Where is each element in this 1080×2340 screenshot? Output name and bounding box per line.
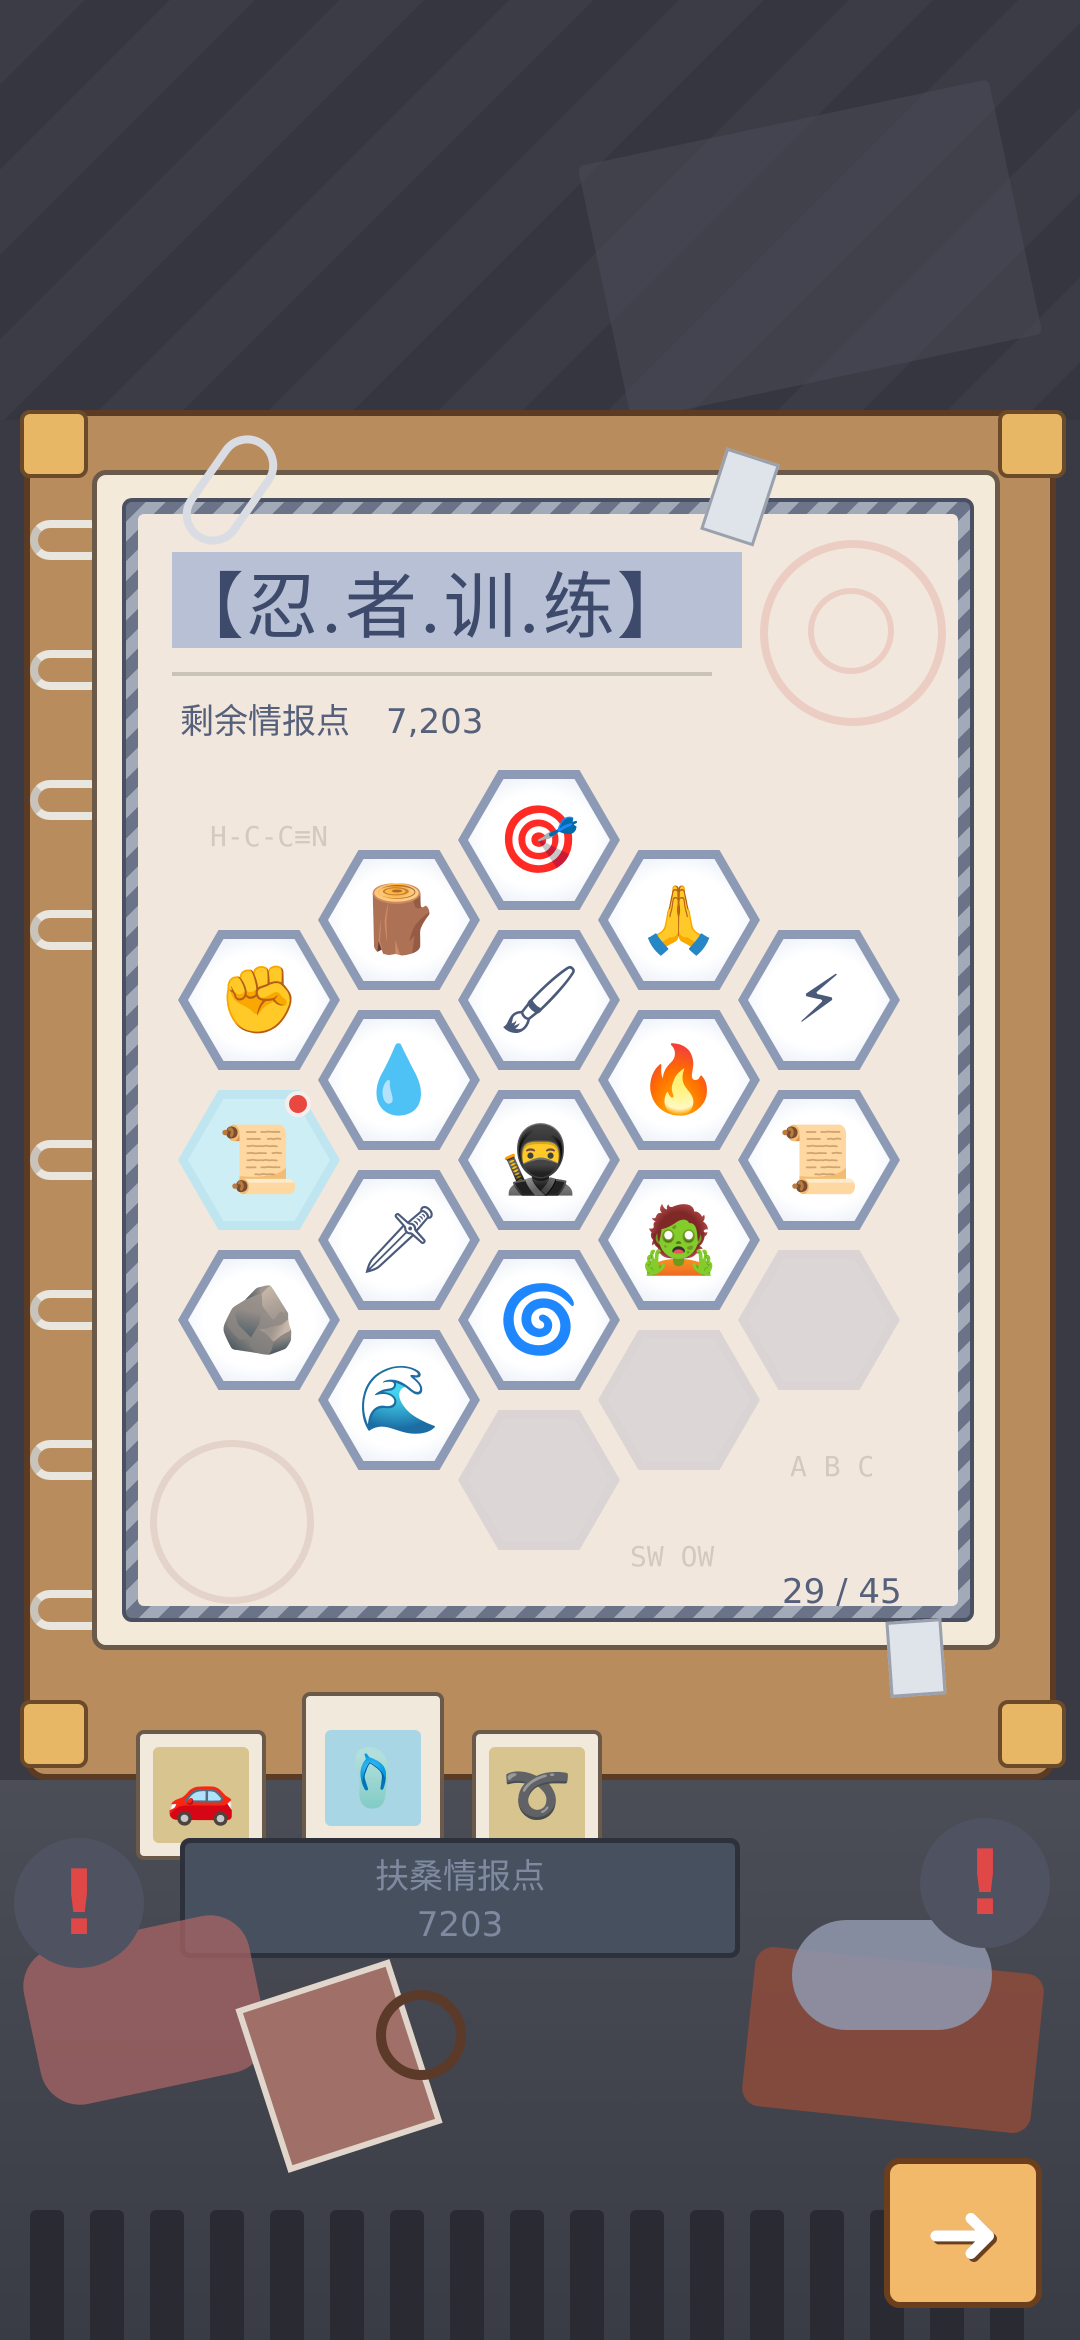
skill-hex-inner: 📜 bbox=[188, 1099, 330, 1221]
skill-hex-inner: ⚡ bbox=[748, 939, 890, 1061]
water-orb-icon: 💧 bbox=[357, 1041, 441, 1118]
remaining-value: 7,203 bbox=[386, 702, 484, 742]
ninja-dash-icon: 🗡 bbox=[357, 1201, 441, 1278]
tape-decoration bbox=[885, 1618, 947, 1698]
spiral-snail-icon: 🌀 bbox=[497, 1281, 581, 1358]
skill-hex-inner: 🪨 bbox=[188, 1259, 330, 1381]
notification-dot bbox=[285, 1091, 311, 1117]
doodle-decoration: A B C bbox=[790, 1450, 875, 1483]
skill-hex-inner: 🖌 bbox=[468, 939, 610, 1061]
sandals-icon: 🩴 bbox=[325, 1730, 421, 1826]
ninja-icon: 🥷 bbox=[497, 1121, 581, 1198]
stamp-decoration bbox=[150, 1440, 314, 1604]
skill-hex-inner: 🔥 bbox=[608, 1019, 750, 1141]
skill-hex-inner: 🗡 bbox=[328, 1179, 470, 1301]
skill-hex-inner: 🥷 bbox=[468, 1099, 610, 1221]
doodle-decoration: H-C-C≡N bbox=[210, 820, 329, 853]
zombie-head-icon: 🧟 bbox=[637, 1201, 721, 1278]
skill-hex-inner: 💧 bbox=[328, 1019, 470, 1141]
intel-points-label: 扶桑情报点 bbox=[375, 1857, 545, 1897]
skill-hex-inner: 🎯 bbox=[468, 779, 610, 901]
barrel-icon: 🪵 bbox=[357, 881, 441, 958]
stamp-decoration bbox=[760, 540, 946, 726]
fire-fist-icon: 🔥 bbox=[637, 1041, 721, 1118]
scroll-icon: 📜 bbox=[217, 1121, 301, 1198]
next-button[interactable]: ➜ bbox=[884, 2158, 1042, 2308]
skill-hex-inner bbox=[608, 1339, 750, 1461]
target-dart-icon: 🎯 bbox=[497, 801, 581, 878]
magnifier-icon bbox=[376, 1990, 466, 2080]
skill-hex-inner bbox=[468, 1419, 610, 1541]
title-underline bbox=[172, 672, 712, 676]
paintbrush-scroll-icon: 🖌 bbox=[497, 961, 581, 1038]
page-title: 【忍.者.训.练】 bbox=[172, 552, 742, 649]
skill-hex-inner: 🙏 bbox=[608, 859, 750, 981]
intel-points-value: 7203 bbox=[416, 1905, 504, 1945]
skill-hex-inner: ✊ bbox=[188, 939, 330, 1061]
skill-hex-inner: 🌊 bbox=[328, 1339, 470, 1461]
lightning-fist-icon: ⚡ bbox=[795, 961, 843, 1038]
remaining-label: 剩余情报点 bbox=[180, 702, 350, 742]
skill-hex-inner: 📜 bbox=[748, 1099, 890, 1221]
car-icon: 🚗 bbox=[153, 1747, 249, 1843]
praying-hands-icon: 🙏 bbox=[637, 881, 721, 958]
doodle-decoration: SW OW bbox=[630, 1540, 715, 1573]
binder-corner bbox=[998, 1700, 1066, 1768]
skill-hex-inner bbox=[748, 1259, 890, 1381]
dirt-dig-icon: 🪨 bbox=[217, 1281, 301, 1358]
scroll-ring-icon: ➰ bbox=[489, 1747, 585, 1843]
scroll-seal-icon: 📜 bbox=[777, 1121, 861, 1198]
intel-points-box: 扶桑情报点 7203 bbox=[180, 1838, 740, 1958]
skill-hex-inner: 🧟 bbox=[608, 1179, 750, 1301]
binder-corner bbox=[20, 410, 88, 478]
skill-hex-inner: 🪵 bbox=[328, 859, 470, 981]
remaining-points: 剩余情报点 7,203 bbox=[180, 694, 483, 743]
binder-corner bbox=[998, 410, 1066, 478]
skill-progress: 29 / 45 bbox=[782, 1572, 902, 1612]
fist-icon: ✊ bbox=[217, 961, 301, 1038]
alert-bubble-left[interactable]: ! bbox=[14, 1838, 144, 1968]
water-wave-icon: 🌊 bbox=[357, 1361, 441, 1438]
skill-hex-inner: 🌀 bbox=[468, 1259, 610, 1381]
binder-corner bbox=[20, 1700, 88, 1768]
alert-bubble-right[interactable]: ! bbox=[920, 1818, 1050, 1948]
